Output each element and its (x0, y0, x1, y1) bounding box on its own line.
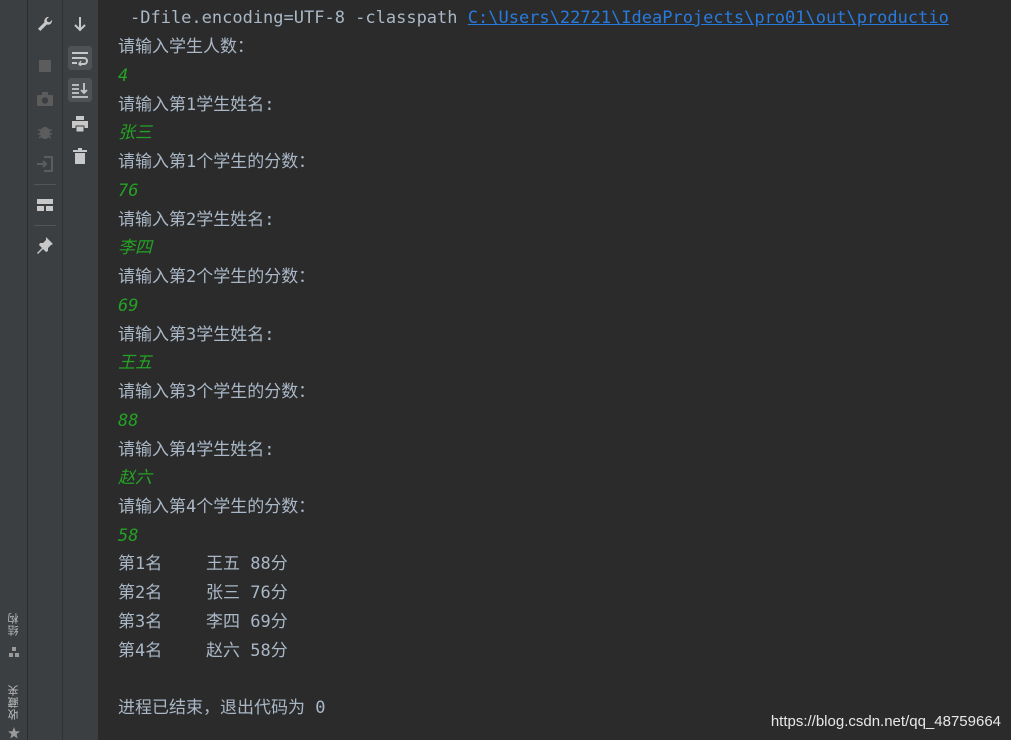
stop-icon[interactable] (33, 54, 57, 78)
structure-tab[interactable]: 结构 (6, 612, 22, 636)
login-icon[interactable] (33, 152, 57, 176)
user-input-line: 王五 (118, 353, 152, 374)
console-toolbar (63, 0, 99, 740)
rank-result: 王五 88分 (206, 554, 288, 574)
bug-icon[interactable] (33, 120, 57, 144)
ranking-line: 第4名 赵六 58分 (118, 637, 288, 665)
user-input-line: 76 (118, 180, 139, 201)
prompt-line: 请输入学生人数： (118, 37, 254, 57)
rank-result: 张三 76分 (206, 583, 288, 603)
rank-result: 赵六 58分 (206, 641, 288, 661)
user-input-line: 69 (118, 295, 139, 316)
rank-label: 第1名 (118, 554, 163, 574)
wrench-icon[interactable] (33, 12, 57, 36)
user-input-line: 88 (118, 410, 139, 431)
pin-icon[interactable] (33, 233, 57, 257)
prompt-line: 请输入第1学生姓名: (118, 94, 275, 115)
user-input-line: 58 (118, 525, 139, 546)
rank-result: 李四 69分 (206, 612, 288, 632)
ranking-line: 第1名 王五 88分 (118, 550, 288, 578)
toolbar-divider (34, 184, 56, 185)
console-output[interactable]: -Dfile.encoding=UTF-8 -classpath C:\User… (99, 0, 1011, 740)
prompt-line: 请输入第1个学生的分数： (118, 152, 316, 172)
ranking-line: 第3名 李四 69分 (118, 608, 288, 636)
rank-label: 第3名 (118, 612, 163, 632)
toolbar-divider (34, 225, 56, 226)
rank-label: 第4名 (118, 641, 163, 661)
exit-message: 进程已结束，退出代码为 0 (118, 698, 326, 718)
user-input-line: 赵六 (118, 468, 152, 489)
run-command-line: -Dfile.encoding=UTF-8 -classpath C:\User… (130, 4, 949, 32)
layout-icon[interactable] (33, 193, 57, 217)
rank-label: 第2名 (118, 583, 163, 603)
scroll-to-end-icon[interactable] (68, 78, 92, 102)
run-toolbar (28, 0, 63, 740)
trash-icon[interactable] (68, 144, 92, 168)
classpath-link[interactable]: C:\Users\22721\IdeaProjects\pro01\out\pr… (468, 8, 949, 28)
prompt-line: 请输入第2个学生的分数： (118, 267, 316, 287)
prompt-line: 请输入第4学生姓名: (118, 439, 275, 460)
left-tool-strip: 结构 收藏夹 (0, 0, 28, 740)
prompt-line: 请输入第3学生姓名: (118, 324, 275, 345)
watermark: https://blog.csdn.net/qq_48759664 (770, 713, 1001, 730)
command-args: -Dfile.encoding=UTF-8 -classpath (130, 8, 468, 28)
prompt-line: 请输入第2学生姓名: (118, 209, 275, 230)
structure-icon[interactable] (8, 646, 20, 658)
star-icon[interactable] (8, 727, 20, 739)
user-input-line: 4 (118, 65, 129, 86)
favorites-tab[interactable]: 收藏夹 (6, 684, 22, 720)
ranking-line: 第2名 张三 76分 (118, 579, 288, 607)
prompt-line: 请输入第4个学生的分数： (118, 497, 316, 517)
user-input-line: 张三 (118, 123, 152, 144)
print-icon[interactable] (68, 112, 92, 136)
soft-wrap-icon[interactable] (68, 46, 92, 70)
user-input-line: 李四 (118, 238, 152, 259)
prompt-line: 请输入第3个学生的分数： (118, 382, 316, 402)
down-arrow-icon[interactable] (68, 12, 92, 36)
camera-icon[interactable] (33, 87, 57, 111)
